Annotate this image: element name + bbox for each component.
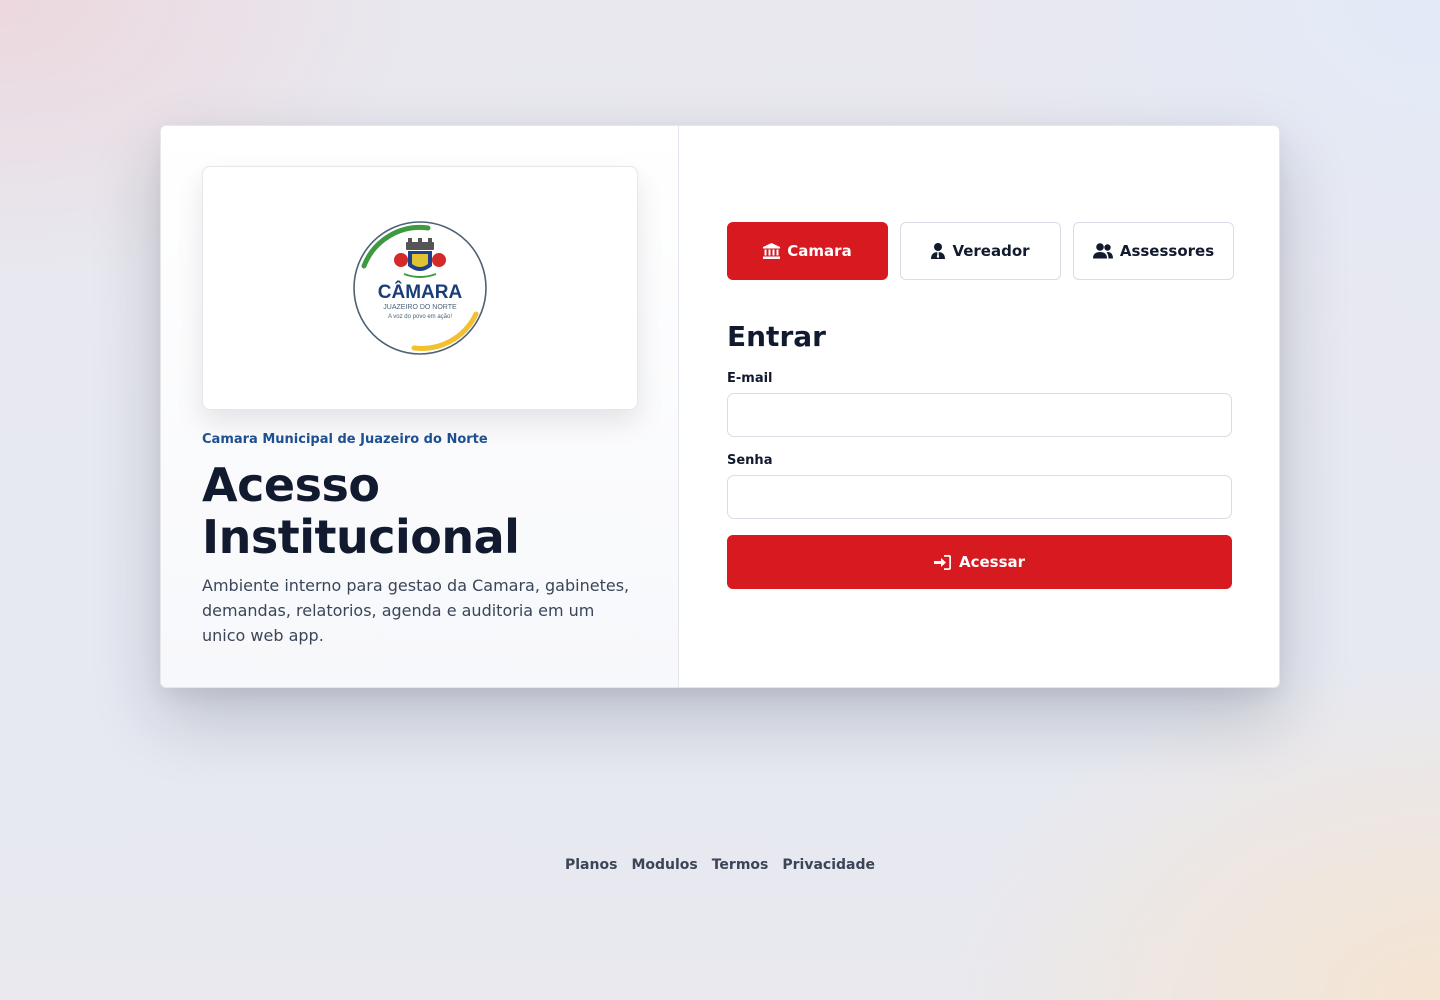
organization-name: Camara Municipal de Juazeiro do Norte <box>202 432 488 447</box>
login-panel: Camara Vereador Assessores Entrar E-mail… <box>679 126 1279 687</box>
page-title: Acesso Institucional <box>202 459 638 563</box>
logo-tagline: A voz do povo em ação! <box>388 314 452 320</box>
email-label: E-mail <box>727 371 773 386</box>
title-line-2: Institucional <box>202 510 520 564</box>
logo-subtext: JUAZEIRO DO NORTE <box>383 304 457 311</box>
logo-text: CÂMARA <box>378 281 463 303</box>
tab-camara[interactable]: Camara <box>727 222 888 280</box>
sign-in-icon <box>933 554 951 570</box>
footer-link-privacidade[interactable]: Privacidade <box>782 857 875 873</box>
tab-label: Vereador <box>952 242 1030 260</box>
tab-assessores[interactable]: Assessores <box>1073 222 1234 280</box>
page-description: Ambiente interno para gestao da Camara, … <box>202 576 630 645</box>
login-button[interactable]: Acessar <box>727 535 1232 589</box>
login-title: Entrar <box>727 320 826 353</box>
logo-card: CÂMARA JUAZEIRO DO NORTE A voz do povo e… <box>202 166 638 410</box>
tab-label: Camara <box>787 242 852 260</box>
institution-icon <box>763 243 781 259</box>
footer-link-planos[interactable]: Planos <box>565 857 617 873</box>
email-field[interactable] <box>727 393 1232 437</box>
tab-label: Assessores <box>1119 242 1215 260</box>
footer-links: Planos Modulos Termos Privacidade <box>0 857 1440 873</box>
profile-tabs: Camara Vereador Assessores <box>727 222 1234 280</box>
tab-vereador[interactable]: Vereador <box>900 222 1061 280</box>
login-card: CÂMARA JUAZEIRO DO NORTE A voz do povo e… <box>160 125 1280 688</box>
footer-link-modulos[interactable]: Modulos <box>631 857 697 873</box>
user-tie-icon <box>931 243 946 259</box>
password-label: Senha <box>727 453 773 468</box>
users-icon <box>1092 243 1113 259</box>
institution-panel: CÂMARA JUAZEIRO DO NORTE A voz do povo e… <box>161 126 679 687</box>
camara-logo: CÂMARA JUAZEIRO DO NORTE A voz do povo e… <box>353 221 487 355</box>
footer-link-termos[interactable]: Termos <box>712 857 769 873</box>
login-button-label: Acessar <box>958 553 1026 571</box>
title-line-1: Acesso <box>202 458 380 512</box>
password-field[interactable] <box>727 475 1232 519</box>
